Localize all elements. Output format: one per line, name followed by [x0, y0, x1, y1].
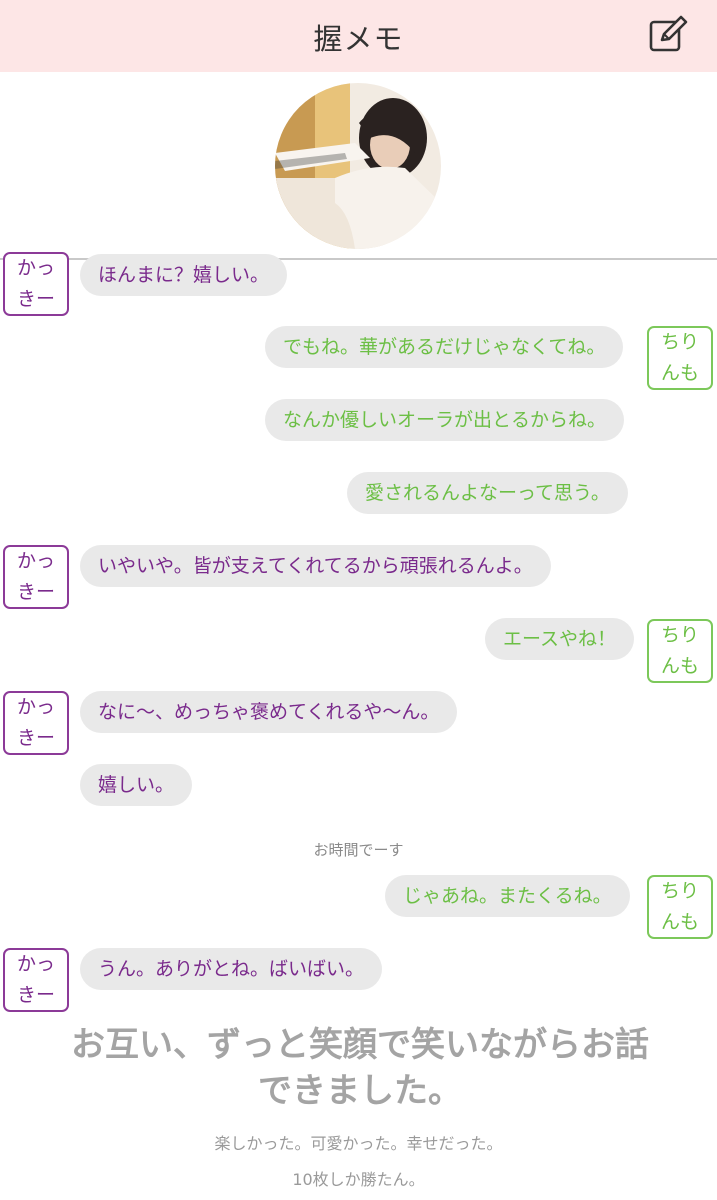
message-bubble: でもね。華があるだけじゃなくてね。: [265, 326, 624, 368]
sender-tag-left: かっきー: [3, 252, 69, 316]
message-bubble: ほんまに？嬉しい。: [80, 254, 288, 296]
sender-tag-right: ちりんも: [647, 875, 713, 939]
system-message: お時間でーす: [313, 841, 404, 859]
page-title: 握メモ: [313, 22, 404, 56]
message-bubble: いやいや。皆が支えてくれてるから頑張れるんよ。: [80, 545, 551, 587]
message-bubble: 愛されるんよなーって思う。: [347, 472, 628, 514]
message-bubble: 嬉しい。: [80, 764, 193, 806]
avatar[interactable]: [275, 83, 441, 249]
sender-tag-left: かっきー: [3, 545, 69, 609]
app-header: 握メモ: [0, 0, 717, 72]
sender-tag-left: かっきー: [3, 948, 69, 1012]
sender-tag-left: かっきー: [3, 691, 69, 755]
profile-area: [0, 72, 717, 260]
message-bubble: なんか優しいオーラが出とるからね。: [265, 399, 625, 441]
summary-line-2: できました。: [258, 1071, 462, 1111]
sender-tag-right: ちりんも: [647, 326, 713, 390]
message-bubble: じゃあね。またくるね。: [385, 875, 630, 917]
message-bubble: うん。ありがとね。ばいばい。: [80, 948, 383, 990]
summary-subtext-1: 楽しかった。可愛かった。幸せだった。: [214, 1134, 503, 1153]
compose-icon[interactable]: [648, 15, 688, 55]
message-bubble: なに〜、めっちゃ褒めてくれるや〜ん。: [80, 691, 458, 733]
summary-subtext-2: 10枚しか勝たん。: [292, 1170, 425, 1189]
message-bubble: エースやね！: [485, 618, 635, 660]
sender-tag-right: ちりんも: [647, 619, 713, 683]
